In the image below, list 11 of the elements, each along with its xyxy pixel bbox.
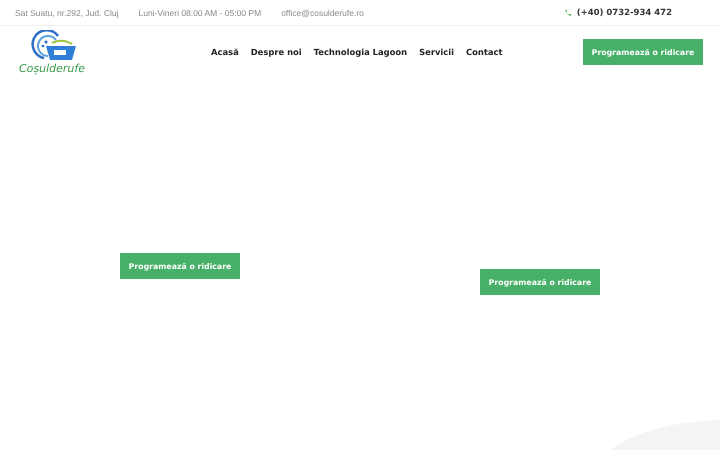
logo-text: Coșulderufe: [18, 62, 86, 74]
nav-link[interactable]: Despre noi: [250, 47, 302, 57]
phone-icon: [564, 8, 572, 16]
email-link[interactable]: office@cosulderufe.ro: [281, 8, 364, 18]
address-text: Sat Suatu, nr.292, Jud. Cluj: [15, 8, 118, 18]
nav-link[interactable]: Contact: [466, 47, 502, 57]
nav-link[interactable]: Technologia Lagoon: [314, 47, 408, 57]
phone-number: (+40) 0732-934 472: [576, 8, 672, 18]
hours-text: Luni-Vineri 08:00 AM - 05:00 PM: [138, 8, 262, 18]
nav-link[interactable]: Acasă: [211, 47, 239, 57]
nav-link[interactable]: Servicii: [419, 47, 454, 57]
